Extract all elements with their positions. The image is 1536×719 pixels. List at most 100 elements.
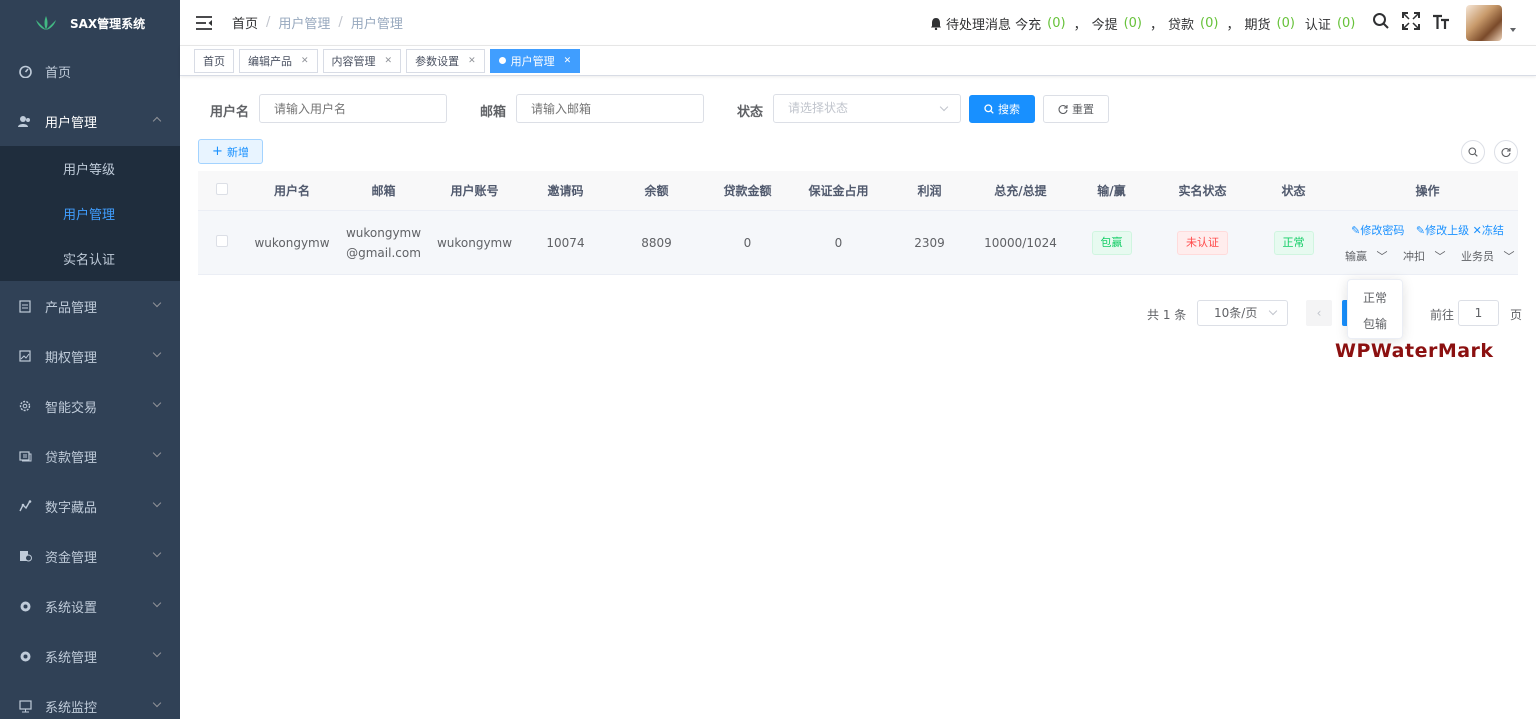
sidebar-item-system-monitor[interactable]: 系统监控 [0,681,180,719]
sidebar-item-system-settings[interactable]: 系统设置 [0,581,180,631]
win-lose-dropdown[interactable]: 输赢 ﹀ [1342,250,1391,263]
chevron-down-icon: ﹀ [1434,249,1446,263]
close-icon[interactable]: ✕ [468,56,476,66]
username-input[interactable] [259,94,447,123]
sidebar-subitem-user-level[interactable]: 用户等级 [0,146,180,191]
fullscreen-icon[interactable] [1402,12,1420,30]
adjust-dropdown[interactable]: 冲扣 ﹀ [1400,250,1449,263]
main-area: 首页 / 用户管理 / 用户管理 待处理消息 今充 (0) ， 今提 (0) ，… [180,0,1536,719]
notice-withdraw-label: 今提 [1091,18,1118,33]
status-select[interactable]: 请选择状态 [773,94,961,123]
refresh-button[interactable] [1494,140,1518,164]
bell-icon [931,18,941,30]
pagination-total: 共 1 条 [1147,308,1187,322]
change-parent-link[interactable]: 修改上级 [1425,224,1469,237]
cell-username: wukongymw [254,235,330,250]
username-label: 用户名 [210,105,250,120]
breadcrumb-home[interactable]: 首页 [232,13,258,32]
sidebar-item-product[interactable]: 产品管理 [0,281,180,331]
tag-edit-product[interactable]: 编辑产品 ✕ [239,48,318,73]
select-all-checkbox[interactable] [216,183,228,195]
sidebar-item-user-management[interactable]: 用户管理 [0,96,180,146]
notice-futures-count: (0) [1276,16,1295,31]
email-input[interactable] [516,94,704,123]
dropdown-option-normal[interactable]: 正常 [1348,288,1402,314]
col-margin: 保证金占用 [808,184,869,198]
menu-fold-icon[interactable] [196,15,212,30]
caret-down-icon[interactable] [1510,28,1516,32]
col-username: 用户名 [273,184,310,198]
goto-page-input[interactable] [1458,300,1499,326]
sidebar-item-label: 产品管理 [45,300,98,316]
system-icon [18,649,32,663]
notice-prefix: 待处理消息 今充 [946,18,1042,33]
cell-account: wukongymw [436,235,513,250]
sidebar-item-system-management[interactable]: 系统管理 [0,631,180,681]
cell-total: 10000/1024 [984,235,1057,250]
pagination: 共 1 条 10条/页 ‹ 前往 页 [180,300,1536,326]
sidebar-item-loan[interactable]: 贷款管理 [0,431,180,481]
reset-button[interactable]: 重置 [1043,95,1109,123]
search-icon [1468,147,1478,157]
status-tag: 正常 [1273,230,1314,255]
win-lose-dropdown-label: 输赢 [1345,249,1367,263]
app-logo[interactable]: SAX管理系统 [0,0,180,46]
money-icon [18,449,32,463]
chevron-up-icon [152,116,162,126]
pending-notice[interactable]: 待处理消息 今充 (0) ， 今提 (0) ， 贷款 (0) ， 期货 (0) … [930,14,1355,33]
search-icon[interactable] [1372,12,1390,30]
tag-home[interactable]: 首页 [194,48,234,73]
tag-label: 用户管理 [510,54,555,68]
sidebar: SAX管理系统 首页 用户管理 用户等级 用户管理 实名认证 产品管理 期权管理… [0,0,180,719]
document-icon [18,299,32,313]
search-button[interactable]: 搜索 [969,95,1035,123]
sidebar-item-funds[interactable]: 资金管理 [0,531,180,581]
active-dot-icon [498,57,506,64]
sidebar-subitem-real-name[interactable]: 实名认证 [0,236,180,281]
prev-page-button[interactable]: ‹ [1306,300,1332,326]
notice-withdraw-count: (0) [1123,16,1143,31]
freeze-link[interactable]: 冻结 [1482,224,1504,237]
guide-icon [18,499,32,513]
sidebar-item-label: 系统设置 [45,600,98,616]
watermark: WPWaterMark [1335,340,1494,362]
chevron-down-icon [152,298,162,308]
action-links: ✎修改密码 ✎修改上级 ✕冻结 [1339,222,1516,238]
change-password-link[interactable]: 修改密码 [1360,224,1404,237]
close-icon[interactable]: ✕ [385,56,393,66]
sidebar-item-label: 系统管理 [45,650,98,666]
sidebar-subitem-user-management[interactable]: 用户管理 [0,191,180,236]
notice-verify-label: 认证 [1304,18,1331,33]
sidebar-item-smart-trade[interactable]: 智能交易 [0,381,180,431]
tag-label: 编辑产品 [248,54,292,68]
tag-label: 首页 [203,54,225,68]
sidebar-item-home[interactable]: 首页 [0,46,180,96]
tag-user-management[interactable]: 用户管理 ✕ [489,48,581,73]
search-icon [984,104,994,114]
sidebar-item-label: 期权管理 [45,350,98,366]
close-icon[interactable]: ✕ [564,56,572,66]
tag-param-settings[interactable]: 参数设置 ✕ [406,48,485,73]
add-button[interactable]: + 新增 [198,139,263,164]
avatar[interactable] [1466,5,1502,41]
chevron-down-icon [152,648,162,658]
notice-verify-count: (0) [1336,16,1356,31]
sidebar-item-label: 首页 [45,65,72,81]
row-checkbox[interactable] [216,235,228,247]
sidebar-item-digital-collectibles[interactable]: 数字藏品 [0,481,180,531]
win-lose-tag: 包赢 [1091,230,1132,255]
close-icon[interactable]: ✕ [301,56,309,66]
edit-icon: ✎ [1415,223,1426,237]
toggle-search-button[interactable] [1461,140,1485,164]
email-label: 邮箱 [480,105,507,120]
win-lose-dropdown-menu: 正常 包输 [1347,279,1403,339]
tag-content-management[interactable]: 内容管理 ✕ [322,48,402,73]
staff-dropdown[interactable]: 业务员 ﹀ [1458,250,1518,263]
row-select-cell [198,235,246,250]
close-icon: ✕ [1472,223,1482,237]
font-size-icon[interactable] [1432,12,1450,30]
search-form: 用户名 邮箱 状态 请选择状态 搜索 重置 [180,94,1536,124]
dropdown-option-lose[interactable]: 包输 [1348,314,1402,340]
sidebar-item-options[interactable]: 期权管理 [0,331,180,381]
breadcrumb-user-management: 用户管理 [278,17,331,32]
